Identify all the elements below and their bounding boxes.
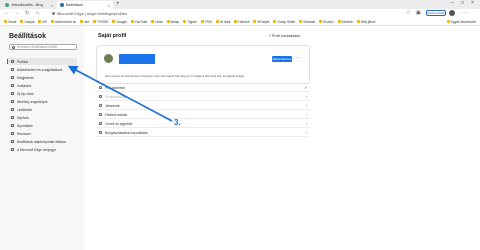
annotation-step-number: 3. <box>174 118 181 127</box>
annotation-arrow <box>67 65 173 122</box>
